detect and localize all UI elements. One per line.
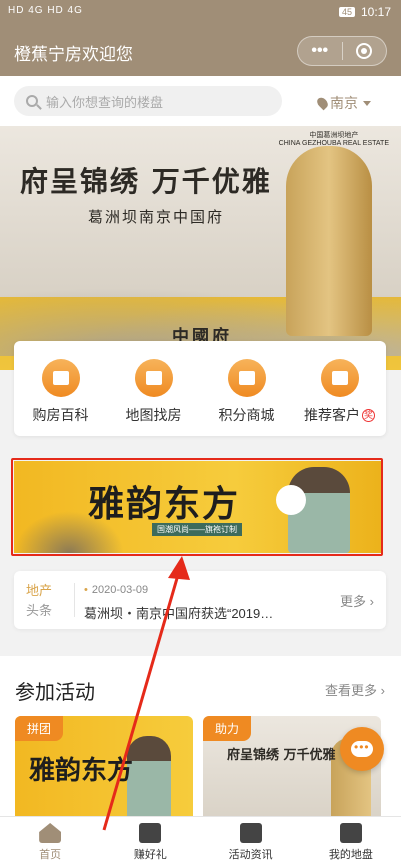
title-bar: 橙蕉宁房欢迎您 ••• (0, 26, 401, 76)
book-icon (41, 359, 80, 397)
qipao-image (286, 146, 372, 336)
news-more-link[interactable]: 更多 › (340, 591, 374, 610)
activity-tag: 助力 (203, 716, 252, 741)
reward-badge: 奖 (362, 409, 375, 422)
hero-subtitle: 葛洲坝南京中国府 (88, 208, 225, 226)
news-date: 2020-03-09 (84, 584, 148, 596)
news-bar[interactable]: 地产 头条 2020-03-09 葛洲坝・南京中国府获选“2019… 更多 › (14, 571, 386, 629)
view-more-link[interactable]: 查看更多 › (325, 680, 385, 699)
search-icon (26, 95, 38, 107)
home-icon (39, 823, 62, 843)
hero-title: 府呈锦绣 万千优雅 (20, 165, 272, 198)
developer-logo: 中国葛洲坝地产 CHINA GEZHOUBA REAL ESTATE (278, 132, 389, 147)
activities-section: 参加活动 查看更多 › 拼团 雅韵东方 助力 府呈锦绣 万千优雅 (0, 656, 401, 826)
city-selector[interactable]: 南京 (315, 93, 371, 113)
quick-item-guide[interactable]: 购房百科 (14, 341, 107, 436)
signal-indicator: HD 4G HD 4G (8, 5, 83, 16)
user-icon (320, 359, 359, 397)
highlight-box (11, 458, 383, 556)
gift-box-icon (139, 823, 162, 843)
shop-icon (227, 359, 266, 397)
location-pin-icon (315, 95, 330, 111)
tab-bar: 首页 赚好礼 活动资讯 我的地盘 (0, 816, 401, 868)
target-icon (356, 43, 373, 59)
search-row: 输入你想查询的楼盘 南京 (0, 76, 401, 126)
hero-banner[interactable]: 中国葛洲坝地产 CHINA GEZHOUBA REAL ESTATE 府呈锦绣 … (0, 126, 401, 370)
battery-icon: 45 (338, 7, 355, 17)
search-placeholder: 输入你想查询的楼盘 (46, 94, 164, 110)
tab-profile[interactable]: 我的地盘 (301, 817, 401, 868)
section-title: 参加活动 (15, 682, 95, 704)
activity-tag: 拼团 (15, 716, 64, 741)
close-miniprogram-button[interactable] (343, 43, 387, 59)
news-label: 地产 头条 (26, 583, 53, 618)
profile-icon (339, 823, 362, 843)
tab-rewards[interactable]: 赚好礼 (100, 817, 200, 868)
model-image (127, 736, 171, 826)
gift-icon (239, 823, 262, 843)
activity-title: 雅韵东方 (29, 756, 134, 786)
quick-menu: 购房百科 地图找房 积分商城 推荐客户奖 (14, 341, 386, 436)
quick-item-referral[interactable]: 推荐客户奖 (293, 341, 386, 436)
status-bar: HD 4G HD 4G 45 10:17 (0, 0, 401, 26)
tab-news[interactable]: 活动资讯 (201, 817, 301, 868)
tab-home[interactable]: 首页 (0, 817, 100, 868)
activity-title: 府呈锦绣 万千优雅 (227, 748, 336, 763)
activity-card-group[interactable]: 拼团 雅韵东方 (15, 716, 193, 826)
miniprogram-capsule: ••• (297, 36, 387, 66)
chevron-down-icon (363, 100, 371, 106)
clock: 10:17 (360, 5, 391, 19)
search-input[interactable]: 输入你想查询的楼盘 (14, 86, 282, 116)
quick-item-map[interactable]: 地图找房 (107, 341, 200, 436)
more-menu-button[interactable]: ••• (298, 43, 342, 59)
quick-item-mall[interactable]: 积分商城 (200, 341, 293, 436)
chat-icon (351, 740, 373, 757)
chat-button[interactable] (340, 727, 384, 771)
page-title: 橙蕉宁房欢迎您 (14, 45, 133, 64)
city-name: 南京 (330, 95, 358, 111)
news-headline: 葛洲坝・南京中国府获选“2019… (84, 606, 274, 621)
map-icon (134, 359, 173, 397)
